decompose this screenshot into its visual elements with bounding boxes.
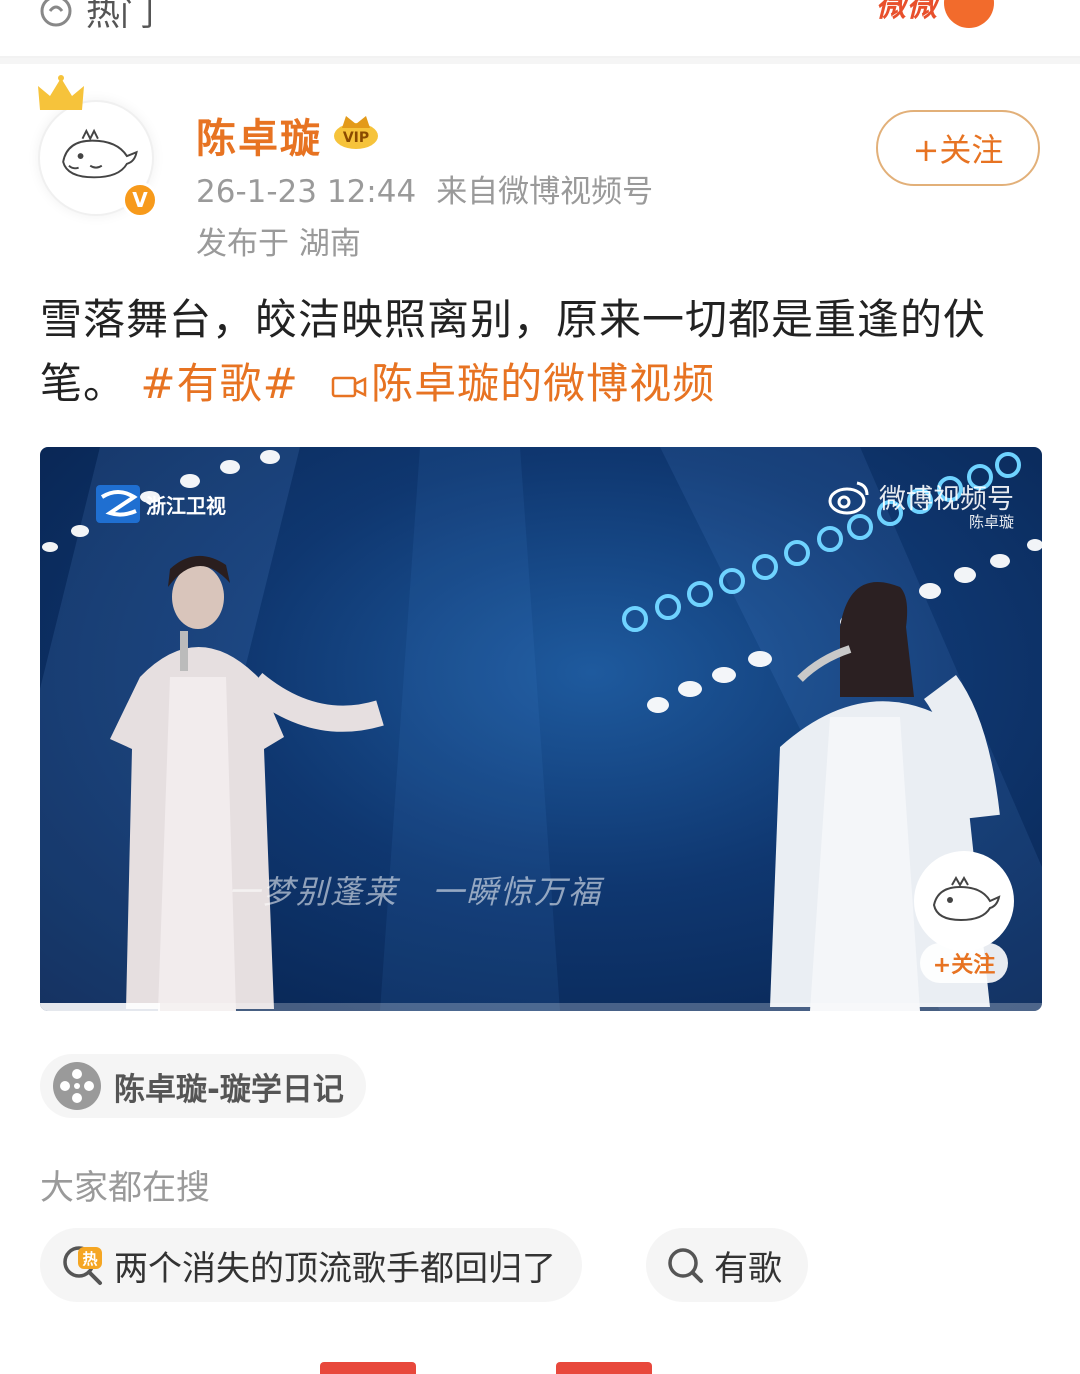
post-meta: 26-1-23 12:44 来自微博视频号 — [196, 166, 653, 211]
post-time: 26-1-23 12:44 — [196, 174, 417, 210]
watermark-sub: 陈卓璇 — [968, 513, 1014, 531]
related-search-heading: 大家都在搜 — [40, 1168, 210, 1208]
post-text: 雪落舞台，皎洁映照离别，原来一切都是重逢的伏笔。 #有歌# 陈卓璇的微博视频 — [40, 288, 1050, 416]
source-chip-label: 陈卓璇-璇学日记 — [114, 1071, 344, 1108]
hot-search-icon: 热 — [63, 1246, 102, 1285]
channel-logo-text: 浙江卫视 — [146, 493, 226, 518]
video-follow-button[interactable]: +关注 — [920, 943, 1008, 983]
video-subtitle: 一梦别蓬莱 一瞬惊万福 — [228, 873, 603, 911]
verified-badge-icon: V — [122, 182, 158, 218]
card-separator — [0, 58, 1080, 64]
cartoon-whale-icon — [932, 875, 1001, 922]
svg-text:VIP: VIP — [343, 130, 369, 146]
next-card-tag — [556, 1362, 652, 1374]
stage-scene-image — [40, 447, 1042, 1011]
related-search-label: 两个消失的顶流歌手都回归了 — [114, 1248, 556, 1289]
post-source[interactable]: 来自微博视频号 — [436, 174, 653, 210]
brand-stamp-icon — [944, 0, 994, 28]
svg-text:热: 热 — [82, 1250, 97, 1268]
video-link[interactable]: 陈卓璇的微博视频 — [313, 359, 715, 408]
channel-logo: 浙江卫视 — [94, 483, 226, 525]
hot-icon — [40, 0, 72, 26]
video-link-label: 陈卓璇的微博视频 — [371, 359, 716, 408]
video-player[interactable]: 浙江卫视 微博视频号 陈卓璇 一梦别蓬莱 一瞬惊万福 +关注 — [40, 447, 1042, 1011]
hashtag-link[interactable]: #有歌# — [140, 359, 298, 408]
post-location: 发布于 湖南 — [196, 226, 361, 262]
related-search-label: 有歌 — [714, 1248, 782, 1289]
follow-button[interactable]: +关注 — [876, 110, 1040, 186]
hot-tab[interactable]: 热门 — [38, 0, 154, 35]
video-progress-bar[interactable] — [40, 1003, 1042, 1011]
related-search-item[interactable]: 热 两个消失的顶流歌手都回归了 — [40, 1228, 582, 1302]
video-author-avatar[interactable] — [914, 851, 1014, 951]
related-search-item[interactable]: 有歌 — [646, 1228, 808, 1302]
crown-icon — [38, 75, 84, 110]
hot-tab-label: 热门 — [86, 0, 154, 34]
video-camera-icon — [331, 376, 367, 398]
film-reel-icon — [53, 1062, 101, 1110]
channel-logo-icon — [96, 485, 140, 523]
weibo-logo-icon — [828, 481, 869, 514]
vip-crown-icon: VIP — [334, 116, 378, 149]
search-icon — [668, 1248, 703, 1283]
author-avatar-group[interactable]: V — [38, 75, 158, 218]
next-card-tag — [320, 1362, 416, 1374]
author-name[interactable]: 陈卓璇 — [196, 106, 322, 164]
video-progress-fill — [40, 1003, 161, 1011]
brand-stamp-text: 微微 — [876, 0, 938, 24]
source-chip[interactable]: 陈卓璇-璇学日记 — [40, 1054, 366, 1118]
brand-stamp: 微微 — [876, 0, 994, 28]
top-strip: 热门 微微 — [0, 0, 1080, 58]
